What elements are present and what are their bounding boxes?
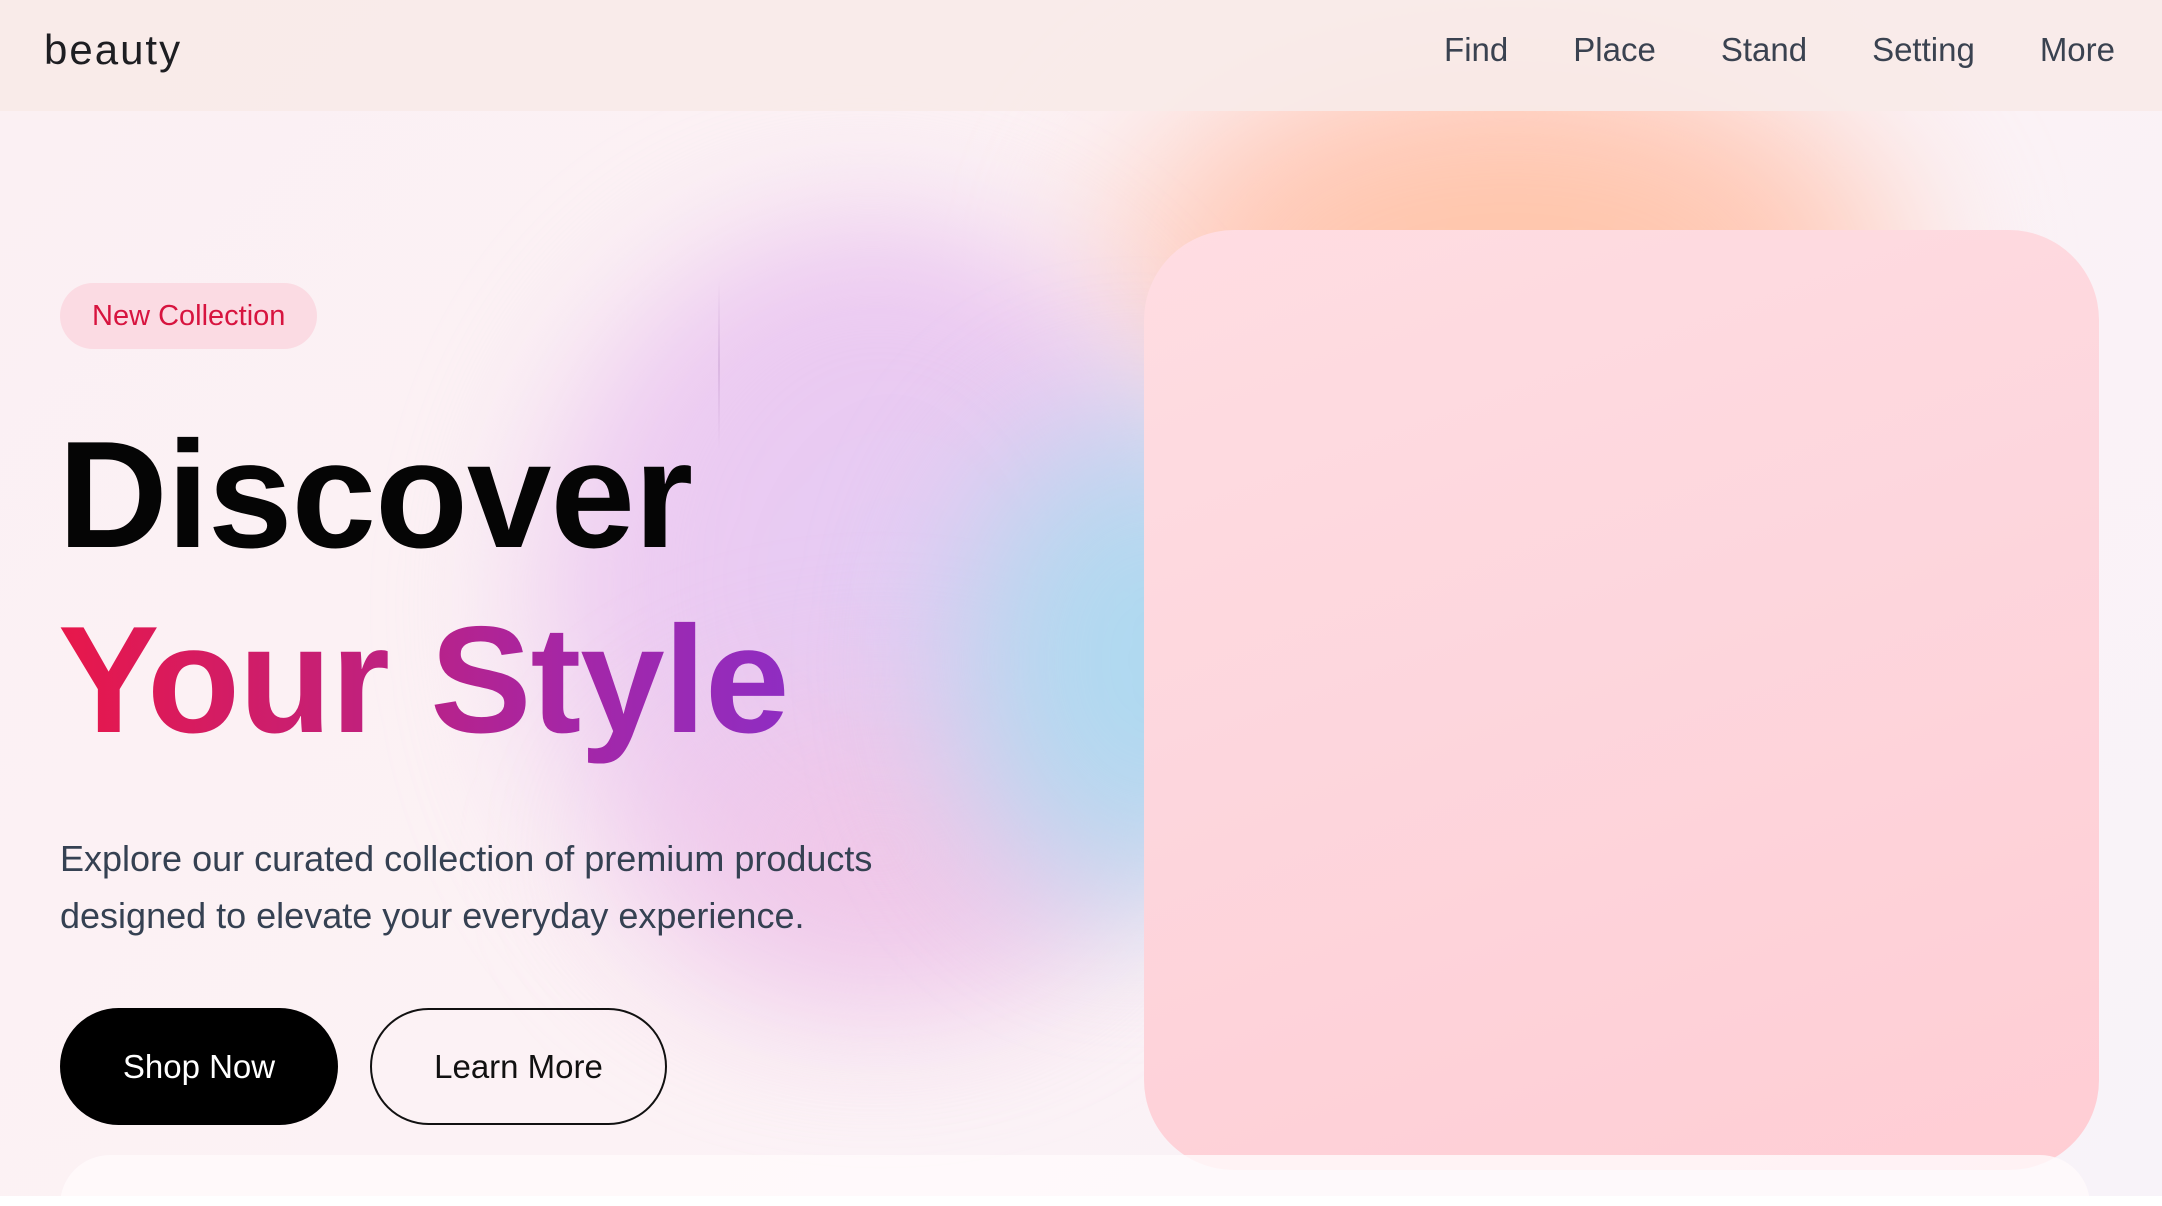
bottom-strip — [0, 1196, 2162, 1206]
hero-image-card — [1144, 230, 2099, 1170]
nav-item-setting[interactable]: Setting — [1872, 28, 1975, 72]
hero-subtitle: Explore our curated collection of premiu… — [60, 830, 960, 944]
nav-item-place[interactable]: Place — [1573, 28, 1656, 72]
site-header: beauty Find Place Stand Setting More — [0, 0, 2162, 111]
nav-item-find[interactable]: Find — [1444, 28, 1508, 72]
subtitle-line-1: Explore our curated collection of premiu… — [60, 838, 873, 879]
learn-more-button[interactable]: Learn More — [370, 1008, 667, 1125]
new-collection-badge: New Collection — [60, 283, 318, 349]
headline-your-style: Your Style — [58, 595, 789, 765]
shop-now-button[interactable]: Shop Now — [60, 1008, 338, 1125]
nav-item-more[interactable]: More — [2040, 28, 2115, 72]
subtitle-line-2: designed to elevate your everyday experi… — [60, 895, 805, 936]
main-nav: Find Place Stand Setting More — [1444, 28, 2115, 72]
headline-discover: Discover — [58, 410, 693, 580]
brand-logo[interactable]: beauty — [44, 26, 182, 74]
page: beauty Find Place Stand Setting More New… — [0, 0, 2162, 1206]
decorative-line — [718, 280, 720, 450]
nav-item-stand[interactable]: Stand — [1721, 28, 1807, 72]
